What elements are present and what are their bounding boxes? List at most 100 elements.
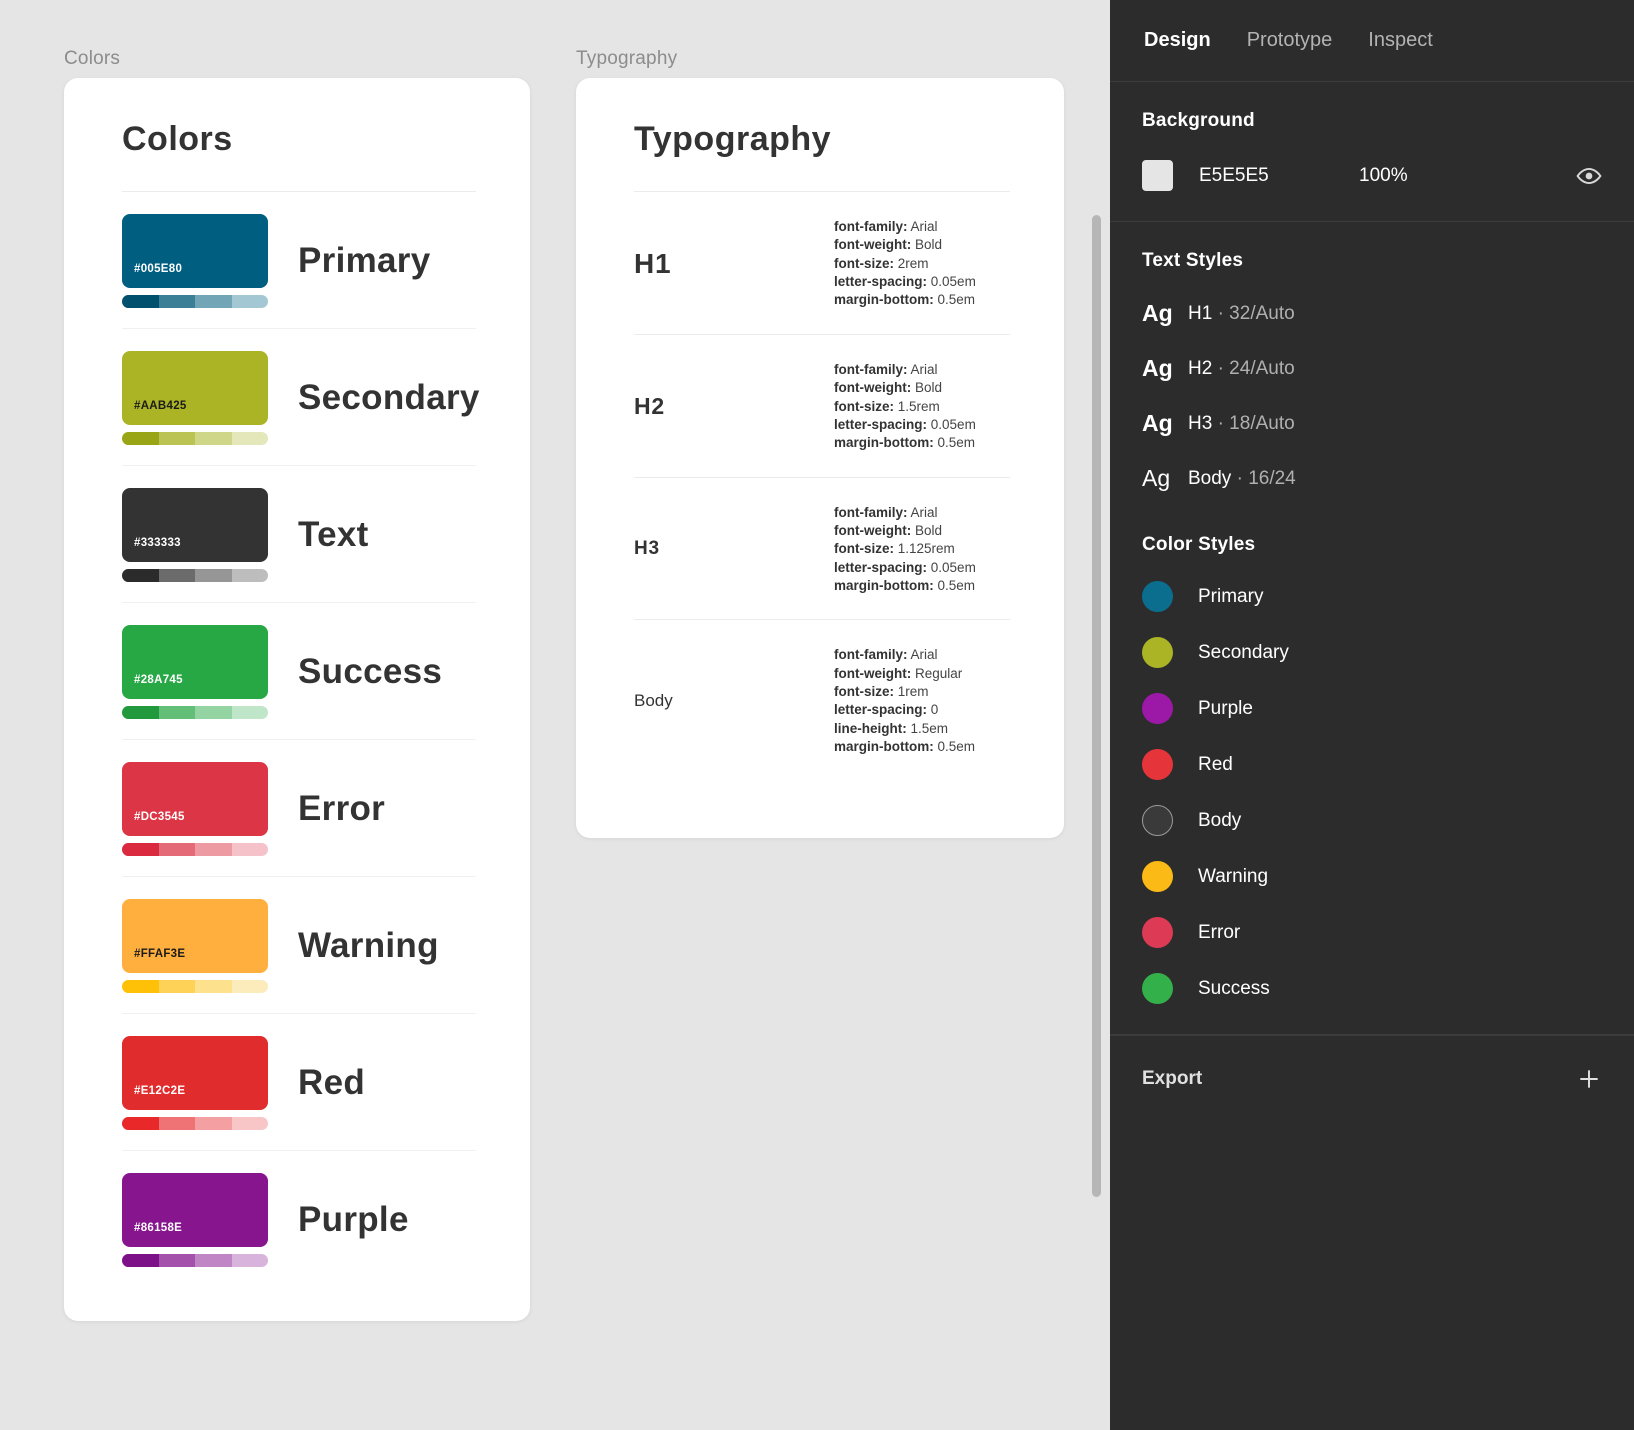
color-style-item[interactable]: Secondary [1142,637,1602,668]
color-style-swatch[interactable] [1142,749,1173,780]
tint-segment [231,843,268,856]
color-chip[interactable]: #005E80 [122,214,268,288]
type-spec-value: 0.05em [927,559,976,575]
type-sample-label: H1 [634,247,672,279]
color-style-swatch[interactable] [1142,581,1173,612]
text-style-item[interactable]: Ag H2 · 24/Auto [1142,355,1602,382]
background-opacity-value[interactable]: 100% [1359,165,1408,187]
plus-icon[interactable] [1576,1066,1602,1092]
export-section[interactable]: Export [1110,1035,1634,1122]
color-style-swatch[interactable] [1142,973,1173,1004]
type-spec-line: font-family: Arial [834,646,975,664]
text-style-name: H3 [1188,412,1213,434]
design-canvas[interactable]: Colors Typography Colors #005E80 Primary #… [0,0,1110,1430]
color-style-swatch[interactable] [1142,637,1173,668]
color-style-item[interactable]: Body [1142,805,1602,836]
color-chip[interactable]: #333333 [122,488,268,562]
color-swatch-row[interactable]: #333333 Text [122,466,476,603]
color-chip[interactable]: #DC3545 [122,762,268,836]
background-section: Background E5E5E5 100% [1110,82,1634,222]
colors-card-title: Colors [122,120,233,158]
color-swatch-row[interactable]: #86158E Purple [122,1151,476,1287]
frame-label-typography[interactable]: Typography [576,48,677,70]
typography-frame[interactable]: Typography H1 font-family: Arial font-weig… [576,78,1064,838]
color-style-item[interactable]: Error [1142,917,1602,948]
tab-design[interactable]: Design [1142,25,1213,56]
text-style-name: H1 [1188,302,1213,324]
type-spec-property: font-weight: [834,665,912,681]
color-swatch-block: #E12C2E [122,1036,268,1130]
typography-card-title: Typography [634,120,832,158]
tint-segment [122,843,159,856]
color-style-item[interactable]: Primary [1142,581,1602,612]
type-spec-line: font-weight: Bold [834,522,976,540]
color-style-swatch[interactable] [1142,861,1173,892]
type-spec-value: 1rem [894,684,929,700]
colors-frame[interactable]: Colors #005E80 Primary #AAB425 Secondary #33… [64,78,530,1321]
color-style-name: Primary [1198,585,1264,607]
tab-inspect[interactable]: Inspect [1366,25,1434,56]
text-style-label: H2 · 24/Auto [1188,358,1295,380]
type-spec-property: font-weight: [834,380,912,396]
color-swatch-block: #333333 [122,488,268,582]
eye-icon[interactable] [1576,163,1602,189]
color-swatch-block: #FFAF3E [122,899,268,993]
color-chip[interactable]: #FFAF3E [122,899,268,973]
color-swatch-name: Text [298,515,369,554]
color-swatch-row[interactable]: #28A745 Success [122,603,476,740]
color-style-swatch[interactable] [1142,917,1173,948]
type-spec-line: font-weight: Bold [834,236,976,254]
color-chip[interactable]: #E12C2E [122,1036,268,1110]
canvas-vertical-scrollbar[interactable] [1092,215,1101,1197]
panel-tab-bar: Design Prototype Inspect [1110,0,1634,82]
tint-segment [195,1254,232,1267]
color-chip[interactable]: #86158E [122,1173,268,1247]
type-spec-line: font-weight: Regular [834,665,975,683]
color-swatch-row[interactable]: #FFAF3E Warning [122,877,476,1014]
color-style-name: Error [1198,921,1241,943]
tint-segment [231,569,268,582]
background-fill-row[interactable]: E5E5E5 100% [1142,160,1602,191]
tint-segment [158,295,195,308]
color-hex-label: #333333 [134,537,181,549]
type-spec-value: Bold [911,237,943,253]
text-style-item[interactable]: Ag H3 · 18/Auto [1142,410,1602,437]
color-styles-list: Primary Secondary Purple Red Body Warning Erro… [1142,581,1602,1004]
text-style-label: Body · 16/24 [1188,468,1296,490]
tint-segment [158,432,195,445]
tint-segment [158,1254,195,1267]
type-spec-list: font-family: Arial font-weight: Bold font-… [834,218,976,310]
color-style-swatch[interactable] [1142,693,1173,724]
text-style-item[interactable]: Ag Body · 16/24 [1142,465,1602,492]
color-swatch-row[interactable]: #AAB425 Secondary [122,329,479,466]
type-spec-property: margin-bottom: [834,578,934,594]
background-hex-value[interactable]: E5E5E5 [1199,165,1359,187]
color-swatch-row[interactable]: #E12C2E Red [122,1014,476,1151]
color-style-item[interactable]: Success [1142,973,1602,1004]
tint-segment [195,843,232,856]
color-swatch-row[interactable]: #DC3545 Error [122,740,476,877]
type-spec-line: font-size: 1.125rem [834,540,976,558]
text-style-item[interactable]: Ag H1 · 32/Auto [1142,300,1602,327]
color-chip[interactable]: #28A745 [122,625,268,699]
frame-label-colors[interactable]: Colors [64,48,120,70]
color-chip[interactable]: #AAB425 [122,351,268,425]
tint-segment [231,432,268,445]
type-spec-property: margin-bottom: [834,739,934,755]
text-style-preview: Ag [1142,465,1171,491]
type-spec-property: letter-spacing: [834,702,928,718]
color-style-swatch[interactable] [1142,805,1173,836]
background-color-swatch[interactable] [1142,160,1173,191]
text-style-label: H3 · 18/Auto [1188,413,1295,435]
tint-segment [158,980,195,993]
text-styles-list: Ag H1 · 32/Auto Ag H2 · 24/Auto Ag H3 · 18/Au… [1142,300,1602,492]
color-swatch-row[interactable]: #005E80 Primary [122,192,476,329]
tint-segment [158,706,195,719]
color-style-item[interactable]: Warning [1142,861,1602,892]
color-style-name: Warning [1198,865,1269,887]
color-style-item[interactable]: Purple [1142,693,1602,724]
color-style-item[interactable]: Red [1142,749,1602,780]
type-sample-label: Body [634,691,673,711]
tab-prototype[interactable]: Prototype [1245,25,1335,56]
type-spec-value: Regular [911,665,963,681]
